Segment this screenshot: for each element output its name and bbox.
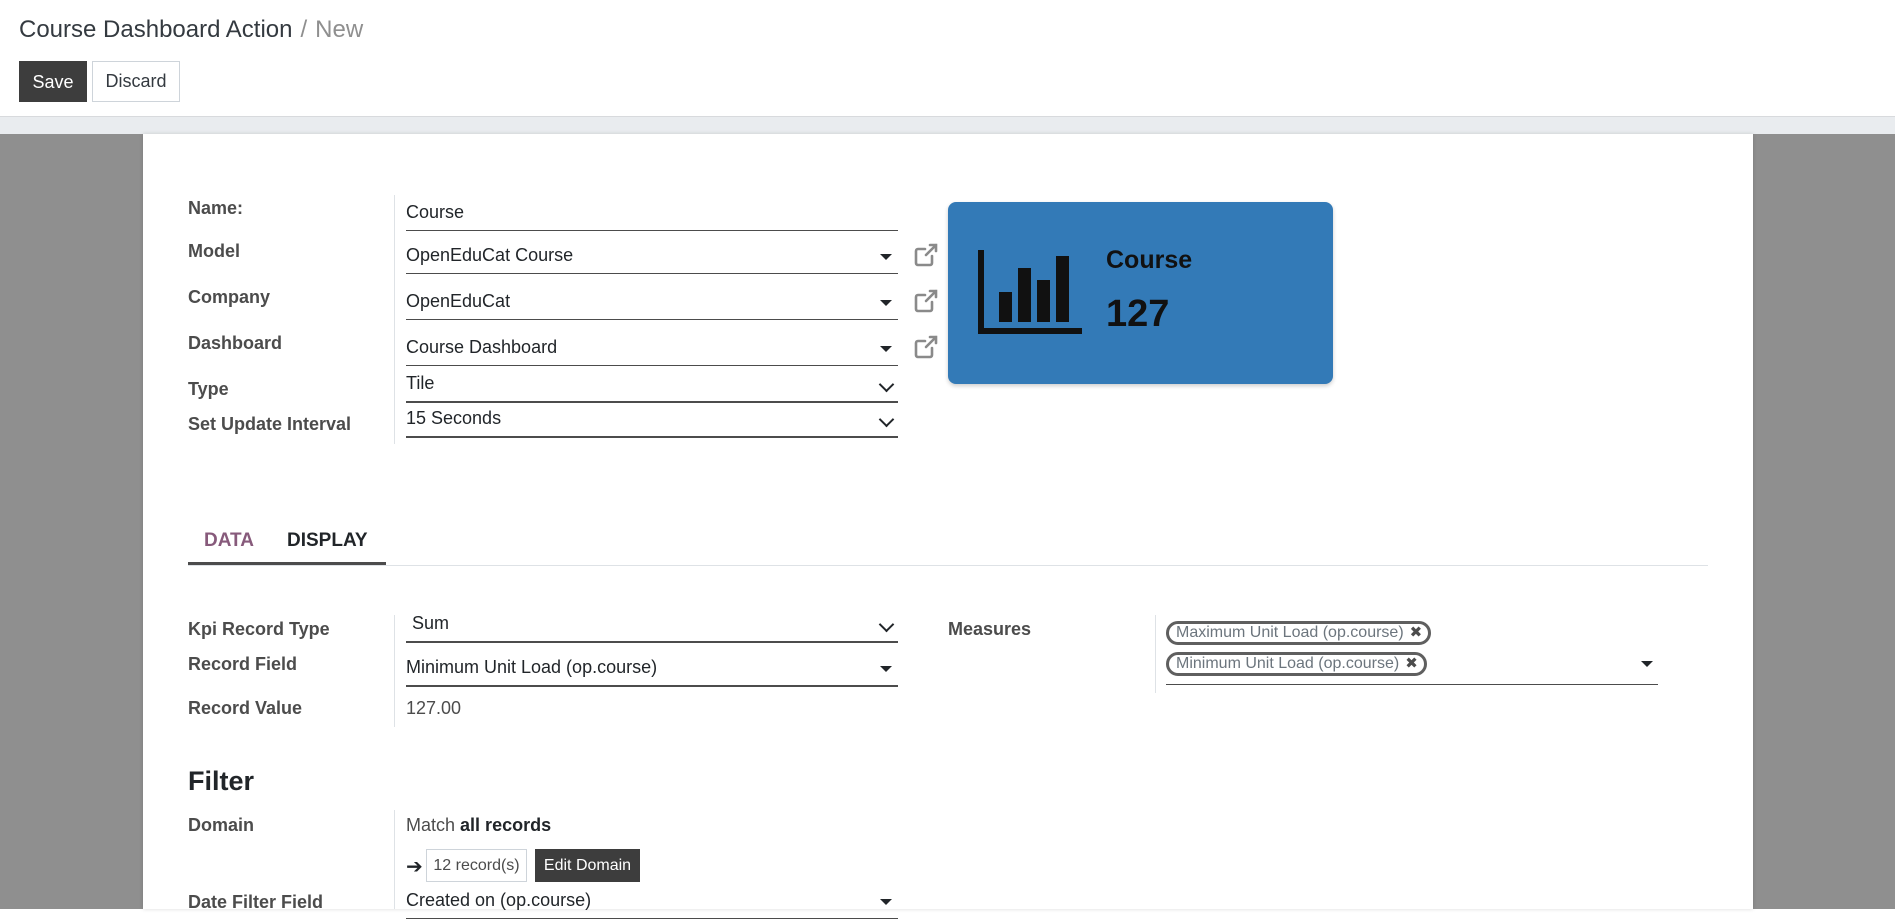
record-field-label: Record Field (188, 654, 298, 674)
label-separator (394, 810, 395, 909)
update-interval-value: 15 Seconds (406, 408, 502, 428)
kpi-record-type-select[interactable]: Sum (406, 613, 898, 643)
breadcrumb: Course Dashboard Action / New (19, 15, 363, 45)
company-label: Company (188, 287, 271, 307)
caret-down-icon (880, 300, 892, 306)
arrow-right-icon: ➔ (406, 856, 423, 878)
dashboard-value: Course Dashboard (406, 337, 558, 357)
caret-down-icon (880, 899, 892, 905)
caret-down-icon (880, 665, 892, 672)
type-select[interactable]: Tile (406, 373, 898, 403)
save-button[interactable]: Save (19, 61, 87, 102)
tab-data[interactable]: DATA (204, 530, 254, 552)
update-interval-select[interactable]: 15 Seconds (406, 408, 898, 438)
update-interval-label: Set Update Interval (188, 414, 352, 434)
breadcrumb-current: New (315, 16, 364, 43)
date-filter-field-value: Created on (op.course) (406, 890, 592, 910)
measures-input[interactable] (1166, 684, 1658, 685)
tab-divider (188, 565, 1708, 566)
measures-label: Measures (948, 619, 1032, 639)
control-panel: Course Dashboard Action / New Save Discard (0, 0, 1895, 117)
caret-down-icon (880, 346, 892, 352)
domain-label: Domain (188, 815, 255, 835)
measure-tag-label: Maximum Unit Load (op.course) (1176, 624, 1404, 641)
label-separator (1155, 615, 1156, 693)
company-select[interactable]: OpenEduCat (406, 285, 898, 320)
kpi-record-type-label: Kpi Record Type (188, 619, 330, 639)
tile-preview: Course 127 (948, 202, 1333, 384)
tab-display[interactable]: DISPLAY (287, 530, 368, 552)
domain-match-prefix: Match (406, 815, 456, 835)
record-count-button[interactable]: 12 record(s) (426, 849, 527, 882)
measure-tag[interactable]: Minimum Unit Load (op.course) ✖ (1166, 652, 1427, 676)
breadcrumb-separator: / (300, 16, 308, 43)
external-link-icon[interactable] (913, 334, 939, 360)
filter-section-title: Filter (188, 766, 255, 796)
chevron-down-icon (878, 376, 895, 393)
sheet-background-right (1753, 134, 1895, 909)
tile-value: 127 (1106, 293, 1170, 335)
dashboard-label: Dashboard (188, 333, 283, 353)
label-separator (394, 195, 395, 444)
model-value: OpenEduCat Course (406, 245, 574, 265)
dashboard-select[interactable]: Course Dashboard (406, 331, 898, 366)
sheet-background-left (0, 134, 143, 909)
type-value: Tile (406, 373, 435, 393)
type-label: Type (188, 379, 229, 399)
domain-match-text: Match all records (406, 815, 551, 836)
breadcrumb-parent[interactable]: Course Dashboard Action (19, 16, 293, 43)
discard-button[interactable]: Discard (92, 61, 180, 102)
name-label: Name: (188, 198, 244, 218)
record-value: 127.00 (406, 698, 462, 718)
external-link-icon[interactable] (913, 242, 939, 268)
name-field[interactable]: Course (406, 196, 898, 231)
domain-match-bold: all records (460, 815, 552, 835)
record-value-label: Record Value (188, 698, 303, 718)
tile-title: Course (1106, 246, 1193, 274)
remove-tag-icon[interactable]: ✖ (1410, 624, 1423, 641)
remove-tag-icon[interactable]: ✖ (1405, 655, 1418, 672)
record-field-select[interactable]: Minimum Unit Load (op.course) (406, 650, 898, 687)
chevron-down-icon (878, 411, 895, 428)
bar-chart-icon (978, 250, 1082, 334)
label-separator (394, 615, 395, 727)
edit-domain-button[interactable]: Edit Domain (535, 849, 640, 882)
record-field-value: Minimum Unit Load (op.course) (406, 657, 658, 677)
measure-tag[interactable]: Maximum Unit Load (op.course) ✖ (1166, 621, 1432, 645)
measure-tag-label: Minimum Unit Load (op.course) (1176, 655, 1400, 672)
model-label: Model (188, 241, 240, 261)
company-value: OpenEduCat (406, 291, 511, 311)
caret-down-icon (880, 254, 892, 260)
chevron-down-icon (878, 616, 895, 633)
date-filter-field-select[interactable]: Created on (op.course) (406, 884, 898, 919)
kpi-record-type-value: Sum (412, 613, 450, 633)
model-select[interactable]: OpenEduCat Course (406, 239, 898, 274)
caret-down-icon[interactable] (1641, 661, 1653, 667)
name-value: Course (406, 202, 465, 222)
external-link-icon[interactable] (913, 288, 939, 314)
date-filter-field-label: Date Filter Field (188, 892, 324, 912)
